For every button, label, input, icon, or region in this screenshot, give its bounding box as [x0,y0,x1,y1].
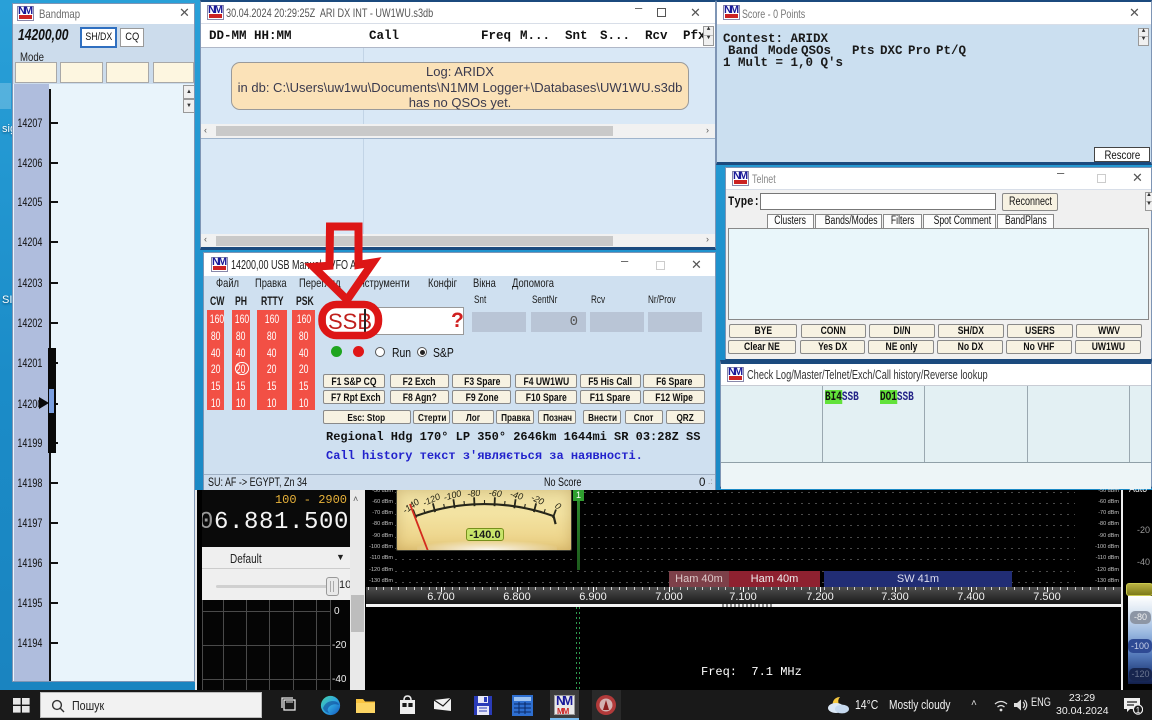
svg-text:1: 1 [1136,706,1141,715]
svg-text:-120: -120 [421,491,442,508]
svg-text:-20: -20 [530,492,546,507]
svg-text:-80: -80 [467,490,481,499]
svg-text:-60: -60 [488,490,502,499]
svg-text:-40: -40 [509,490,524,502]
svg-text:-100: -100 [442,490,462,503]
svg-text:0: 0 [553,501,563,512]
